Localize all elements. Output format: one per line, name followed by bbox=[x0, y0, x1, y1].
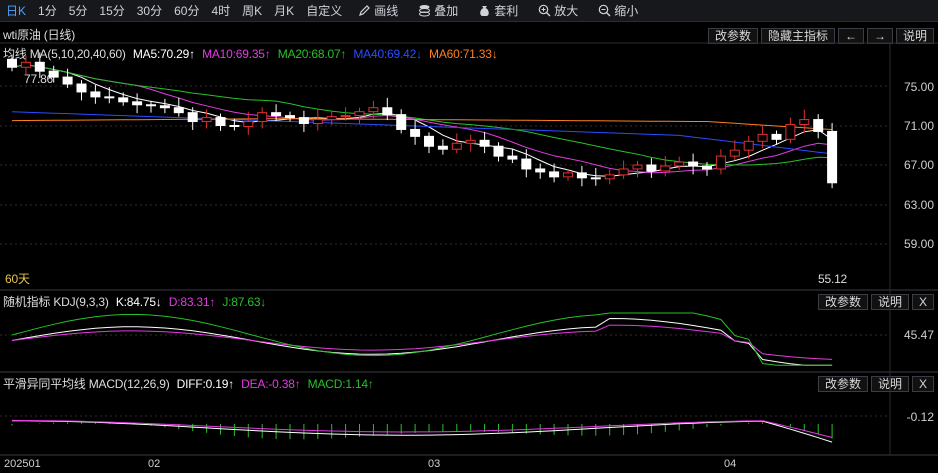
candle-body bbox=[76, 83, 87, 93]
candle-body bbox=[771, 133, 782, 140]
candle-body bbox=[159, 105, 170, 109]
candle-body bbox=[298, 117, 309, 125]
candle-body bbox=[243, 121, 254, 127]
candle-body bbox=[576, 172, 587, 179]
candle-body bbox=[688, 161, 699, 167]
candle-body bbox=[62, 76, 73, 85]
candle-body bbox=[201, 117, 212, 123]
candle-body bbox=[799, 119, 810, 126]
candle-body bbox=[660, 165, 671, 172]
candle-body bbox=[813, 119, 824, 132]
candle-body bbox=[702, 165, 712, 170]
candle-body bbox=[465, 139, 476, 144]
candle-body bbox=[729, 149, 740, 157]
candle-body bbox=[146, 104, 156, 107]
candle-body bbox=[424, 135, 434, 147]
candle-body bbox=[785, 124, 796, 140]
candle-body bbox=[521, 158, 532, 170]
kdj-d-line bbox=[11, 324, 833, 360]
candle-body bbox=[743, 140, 754, 151]
candle-body bbox=[187, 112, 198, 123]
candle-body bbox=[437, 145, 448, 150]
candle-body bbox=[354, 111, 365, 117]
candle-body bbox=[132, 101, 143, 106]
candle-body bbox=[257, 112, 268, 123]
candle-body bbox=[674, 161, 685, 167]
candle-body bbox=[715, 155, 726, 170]
candle-body bbox=[646, 164, 657, 172]
candle-body bbox=[479, 139, 490, 147]
candle-body bbox=[312, 119, 323, 125]
candle-body bbox=[493, 145, 504, 157]
candle-body bbox=[507, 155, 518, 160]
candle-body bbox=[90, 91, 101, 98]
candle-body bbox=[535, 168, 546, 173]
candle-body bbox=[340, 115, 351, 118]
candle-body bbox=[20, 61, 31, 68]
kdj-k-line bbox=[11, 317, 833, 366]
candle-body bbox=[396, 114, 407, 130]
candle-body bbox=[104, 96, 115, 99]
candle-body bbox=[410, 128, 421, 137]
candle-body bbox=[563, 172, 573, 178]
candle-body bbox=[618, 168, 629, 176]
candle-body bbox=[757, 133, 768, 142]
candle-body bbox=[382, 107, 393, 116]
candle-body bbox=[48, 70, 59, 78]
candle-body bbox=[271, 112, 282, 117]
ma20-line bbox=[11, 64, 833, 166]
candle-body bbox=[285, 115, 295, 119]
candle-body bbox=[7, 58, 17, 68]
kdj-lines bbox=[11, 312, 833, 366]
chart-canvas[interactable] bbox=[0, 0, 938, 473]
macd-lines bbox=[11, 419, 833, 443]
candle-body bbox=[632, 164, 643, 170]
candle-body bbox=[326, 116, 337, 121]
candle-body bbox=[229, 125, 240, 127]
candle-body bbox=[173, 107, 184, 114]
candle-body bbox=[118, 97, 129, 103]
candle-body bbox=[34, 61, 45, 72]
kdj-j-line bbox=[11, 312, 833, 366]
candle-body bbox=[590, 177, 601, 180]
candle-body bbox=[549, 171, 560, 178]
moving-average-lines bbox=[11, 64, 833, 177]
candle-body bbox=[451, 142, 462, 150]
candle-body bbox=[604, 174, 615, 180]
candle-body bbox=[215, 117, 226, 126]
ma40-line bbox=[11, 111, 833, 155]
candle-body bbox=[368, 107, 379, 113]
candle-body bbox=[827, 130, 838, 184]
